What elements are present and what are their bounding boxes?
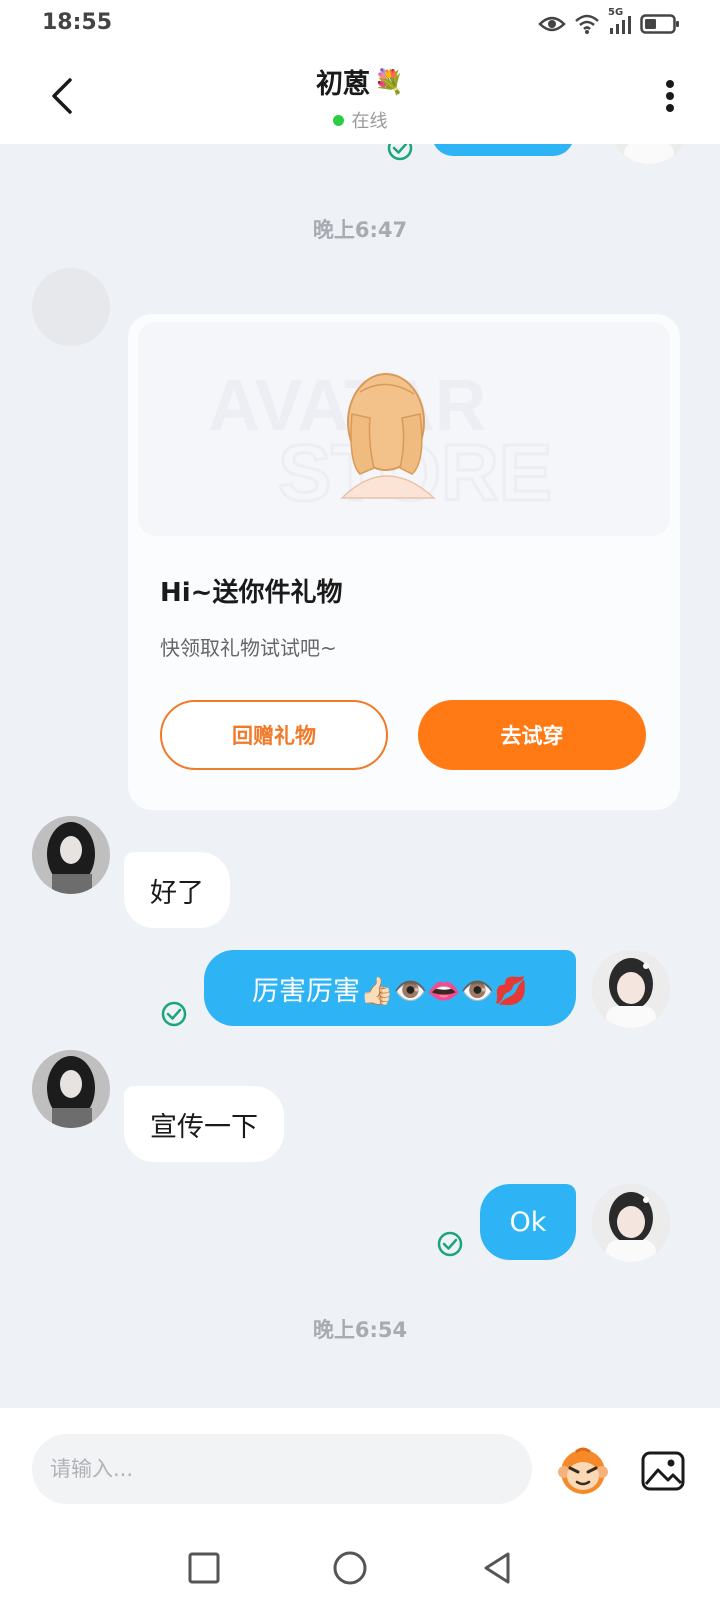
signal-icon: 5G — [608, 7, 632, 35]
status-bar: 18:55 5G — [0, 0, 720, 48]
sender-avatar[interactable] — [32, 268, 110, 346]
circle-icon — [333, 1551, 367, 1585]
network-type-label: 5G — [608, 7, 624, 18]
title-block: 初蒽 💐 在线 — [0, 62, 720, 133]
battery-icon — [640, 13, 680, 35]
incoming-message[interactable]: 宣传一下 — [124, 1086, 284, 1162]
my-avatar[interactable] — [592, 1184, 670, 1262]
gift-title: Hi~送你件礼物 — [160, 578, 343, 608]
system-navigation-bar — [0, 1520, 720, 1612]
my-avatar[interactable] — [592, 950, 670, 1028]
delivered-check-icon — [437, 1231, 463, 1257]
my-avatar[interactable] — [610, 144, 688, 164]
image-button[interactable] — [640, 1448, 686, 1494]
try-on-button[interactable]: 去试穿 — [418, 700, 646, 770]
contact-name: 初蒽 — [316, 69, 371, 100]
message-input-bar — [0, 1408, 720, 1520]
online-status-label: 在线 — [351, 111, 388, 132]
outgoing-message[interactable]: Ok — [480, 1184, 576, 1260]
outgoing-message[interactable]: 厉害厉害👍🏻👁️👄👁️💋 — [204, 950, 576, 1026]
sender-avatar[interactable] — [32, 816, 110, 894]
wifi-icon — [574, 13, 600, 35]
system-back-button[interactable] — [478, 1548, 518, 1588]
online-status: 在线 — [332, 107, 388, 133]
sticker-button[interactable] — [556, 1444, 610, 1498]
chat-title: 初蒽 💐 — [316, 62, 404, 101]
message-input[interactable] — [32, 1434, 532, 1504]
recent-apps-button[interactable] — [184, 1548, 224, 1588]
chat-header: 初蒽 💐 在线 — [0, 48, 720, 144]
incoming-message[interactable]: 好了 — [124, 852, 230, 928]
square-icon — [188, 1552, 220, 1584]
home-button[interactable] — [330, 1548, 370, 1588]
gift-card[interactable]: AVATAR STORE Hi~送你件礼物 快领取礼物试试吧~ 回赠礼物 去试穿 — [128, 314, 680, 810]
flower-emoji: 💐 — [374, 67, 404, 96]
timestamp: 晚上6:47 — [312, 218, 408, 242]
timestamp: 晚上6:54 — [312, 1318, 408, 1342]
chat-message-list[interactable]: 晚上6:47 AVATAR STORE Hi~送你件礼物 快领取礼物试试吧~ 回… — [0, 144, 720, 1408]
eye-comfort-icon — [538, 14, 566, 34]
online-dot-icon — [332, 114, 344, 126]
gift-subtitle: 快领取礼物试试吧~ — [160, 636, 337, 660]
previous-outgoing-bubble[interactable] — [432, 144, 574, 156]
avatar-store-illustration: AVATAR STORE — [208, 366, 554, 519]
monkey-sticker-icon — [558, 1447, 608, 1494]
sender-avatar[interactable] — [32, 1050, 110, 1128]
status-icons: 5G — [538, 7, 680, 36]
delivered-check-icon — [161, 1001, 187, 1027]
status-time: 18:55 — [42, 10, 113, 35]
image-icon — [641, 1451, 685, 1491]
more-vertical-icon — [666, 80, 674, 112]
gift-image: AVATAR STORE — [138, 322, 670, 536]
more-options-button[interactable] — [660, 76, 680, 116]
return-gift-button[interactable]: 回赠礼物 — [160, 700, 388, 770]
triangle-back-icon — [484, 1552, 510, 1584]
delivered-check-icon — [387, 144, 413, 161]
